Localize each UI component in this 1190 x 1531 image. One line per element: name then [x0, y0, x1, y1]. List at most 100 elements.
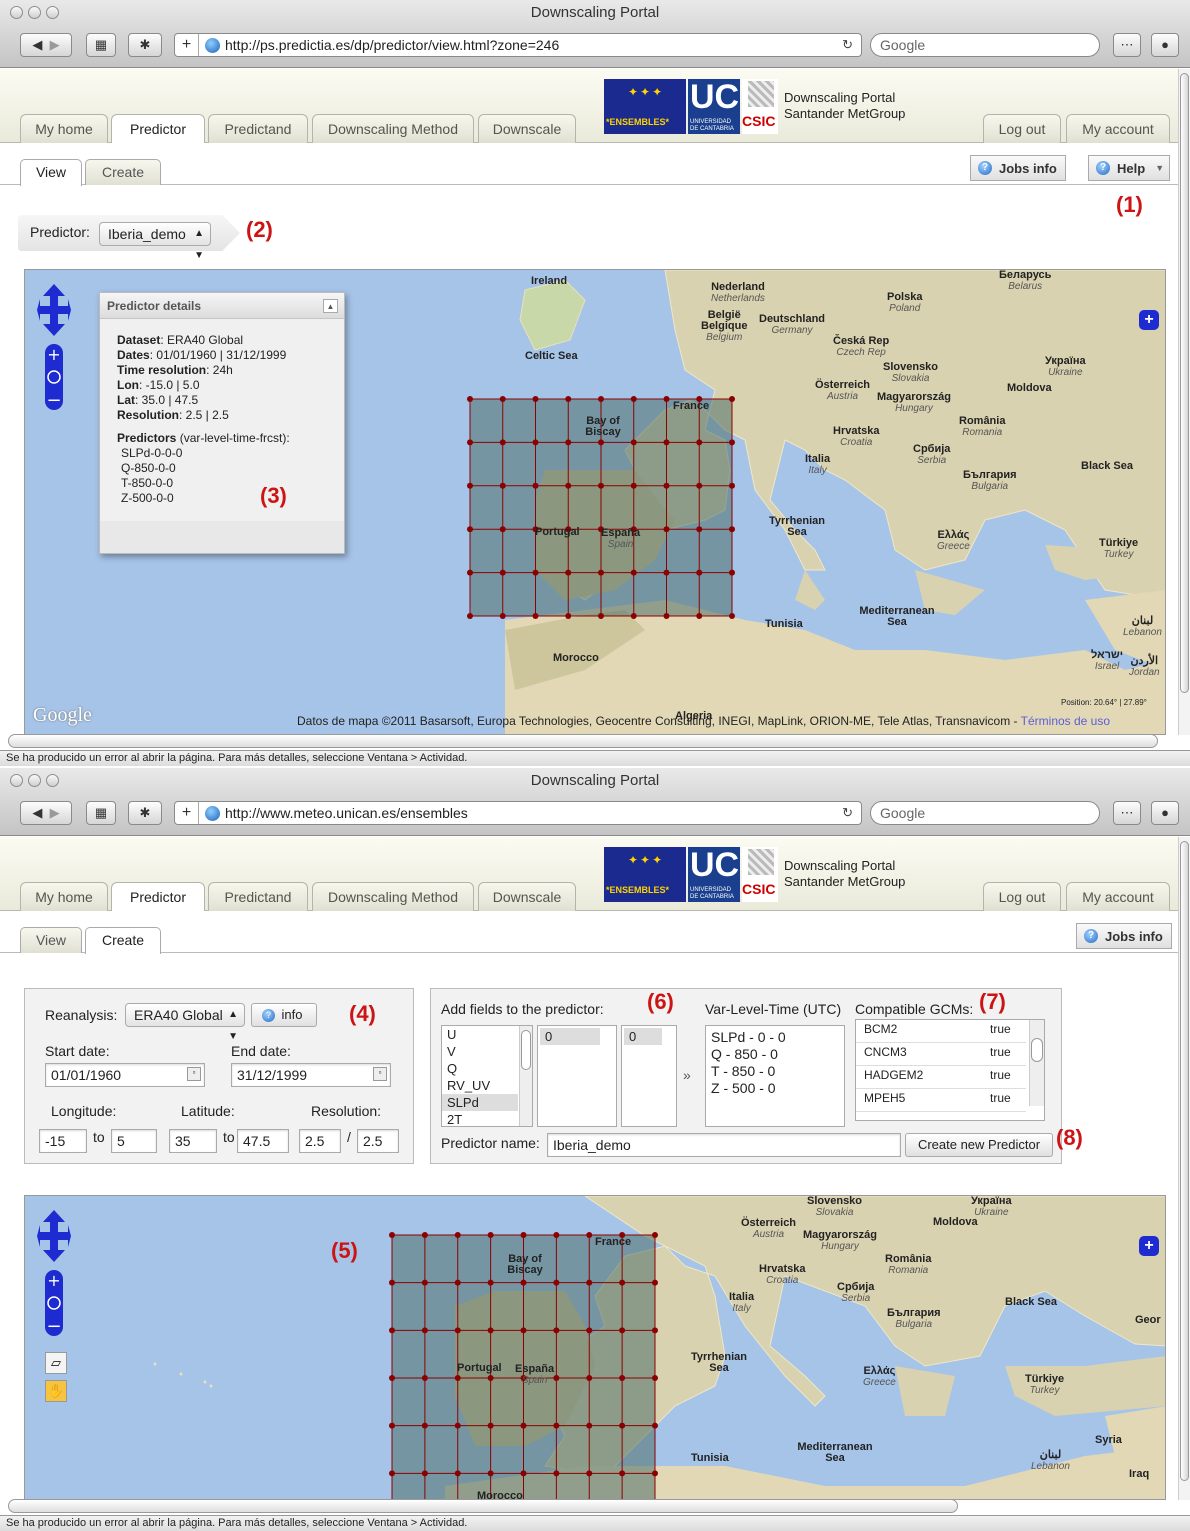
- vlt-item[interactable]: SLPd - 0 - 0: [706, 1029, 844, 1046]
- map-label: Portugal: [457, 1362, 502, 1374]
- search-field[interactable]: Google: [870, 801, 1100, 825]
- layer-switcher-plus-icon[interactable]: +: [1139, 1236, 1159, 1256]
- tab-predictand[interactable]: Predictand: [208, 114, 308, 143]
- tab-my-account[interactable]: My account: [1066, 882, 1170, 911]
- menu-icon[interactable]: ⋯: [1113, 33, 1141, 57]
- level-list[interactable]: 0: [537, 1025, 617, 1127]
- address-bar[interactable]: + http://www.meteo.unican.es/ensembles ↻: [174, 801, 862, 825]
- predictor-map[interactable]: Ireland Nederland Netherlands België Belgi…: [24, 269, 1166, 735]
- calendar-icon[interactable]: ▫: [373, 1067, 387, 1081]
- tab-predictand[interactable]: Predictand: [208, 882, 308, 911]
- tab-downscale[interactable]: Downscale: [478, 114, 576, 143]
- draw-box-icon[interactable]: ▱: [45, 1352, 67, 1374]
- map-pan-zoom-control[interactable]: + −: [37, 284, 71, 414]
- url-text[interactable]: http://ps.predictia.es/dp/predictor/view…: [225, 37, 559, 53]
- pan-hand-icon[interactable]: ✋: [45, 1380, 67, 1402]
- collapse-icon[interactable]: ▲: [323, 299, 338, 313]
- create-predictor-button[interactable]: Create new Predictor: [905, 1133, 1053, 1157]
- gcm-row[interactable]: HADGEM2 true: [856, 1066, 1026, 1089]
- tab-my-account[interactable]: My account: [1066, 114, 1170, 143]
- forward-icon[interactable]: ▶: [50, 805, 60, 820]
- add-bookmark-icon[interactable]: +: [175, 34, 199, 56]
- tab-log-out[interactable]: Log out: [983, 882, 1061, 911]
- terms-link[interactable]: Términos de uso: [1021, 714, 1110, 728]
- bug-icon[interactable]: ✱: [128, 33, 162, 57]
- variable-option[interactable]: Q: [442, 1060, 518, 1077]
- variable-option[interactable]: RV_UV: [442, 1077, 518, 1094]
- tab-view[interactable]: View: [20, 927, 82, 953]
- tab-predictor[interactable]: Predictor: [111, 114, 205, 144]
- vertical-scrollbar[interactable]: [1178, 837, 1190, 1500]
- add-bookmark-icon[interactable]: +: [175, 802, 199, 824]
- tab-create[interactable]: Create: [85, 927, 161, 954]
- start-date-input[interactable]: 01/01/1960: [45, 1063, 205, 1087]
- layer-switcher-plus-icon[interactable]: +: [1139, 310, 1159, 330]
- tab-my-home[interactable]: My home: [20, 114, 108, 143]
- lat-to-input[interactable]: 47.5: [237, 1129, 289, 1153]
- menu-icon[interactable]: ⋯: [1113, 801, 1141, 825]
- downloads-icon[interactable]: ●: [1151, 801, 1179, 825]
- variable-option[interactable]: SLPd: [442, 1094, 518, 1111]
- top-sites-icon[interactable]: ▦: [86, 33, 116, 57]
- end-date-input[interactable]: 31/12/1999: [231, 1063, 391, 1087]
- map-label: Deutschland Germany: [759, 313, 826, 337]
- predictor-select[interactable]: Iberia_demo ▲ ▼: [99, 222, 211, 261]
- tab-downscaling-method[interactable]: Downscaling Method: [312, 882, 474, 911]
- lon-from-input[interactable]: -15: [39, 1129, 87, 1153]
- forward-icon[interactable]: ▶: [50, 37, 60, 52]
- map-pan-zoom-control[interactable]: + −: [37, 1210, 71, 1340]
- variable-option[interactable]: 2T: [442, 1111, 518, 1126]
- vlt-item[interactable]: Z - 500 - 0: [706, 1080, 844, 1097]
- tab-log-out[interactable]: Log out: [983, 114, 1061, 143]
- variable-option[interactable]: V: [442, 1043, 518, 1060]
- calendar-icon[interactable]: ▫: [187, 1067, 201, 1081]
- res-a-input[interactable]: 2.5: [299, 1129, 341, 1153]
- add-arrow-button[interactable]: »: [683, 1067, 691, 1083]
- gcm-row[interactable]: MPEH5 true: [856, 1089, 1026, 1112]
- gcm-row[interactable]: CNCM3 true: [856, 1043, 1026, 1066]
- vlt-item[interactable]: Q - 850 - 0: [706, 1046, 844, 1063]
- url-text[interactable]: http://www.meteo.unican.es/ensembles: [225, 805, 468, 821]
- vlt-item[interactable]: T - 850 - 0: [706, 1063, 844, 1080]
- info-button[interactable]: ? info: [251, 1003, 317, 1027]
- help-button[interactable]: ? Help ▼: [1088, 155, 1171, 181]
- time-list[interactable]: 0: [621, 1025, 677, 1127]
- tab-view[interactable]: View: [20, 159, 82, 186]
- horizontal-scrollbar[interactable]: [8, 734, 1158, 748]
- search-field[interactable]: Google: [870, 33, 1100, 57]
- time-option[interactable]: 0: [624, 1028, 662, 1045]
- top-sites-icon[interactable]: ▦: [86, 801, 116, 825]
- reanalysis-select[interactable]: ERA40 Global ▲ ▼: [125, 1003, 245, 1042]
- lat-from-input[interactable]: 35: [169, 1129, 217, 1153]
- variable-list-scrollbar[interactable]: [519, 1026, 532, 1126]
- res-b-input[interactable]: 2.5: [357, 1129, 399, 1153]
- variable-option[interactable]: U: [442, 1026, 518, 1043]
- gcm-list-scrollbar[interactable]: [1029, 1020, 1044, 1106]
- jobs-info-button[interactable]: ? Jobs info: [970, 155, 1066, 181]
- tab-predictor[interactable]: Predictor: [111, 882, 205, 912]
- tab-downscaling-method[interactable]: Downscaling Method: [312, 114, 474, 143]
- back-forward-button[interactable]: ◀ ▶: [20, 33, 72, 57]
- bug-icon[interactable]: ✱: [128, 801, 162, 825]
- gcm-row[interactable]: BCM2 true: [856, 1020, 1026, 1043]
- address-bar[interactable]: + http://ps.predictia.es/dp/predictor/vi…: [174, 33, 862, 57]
- tab-create[interactable]: Create: [85, 159, 161, 185]
- back-icon[interactable]: ◀: [32, 37, 42, 52]
- reload-icon[interactable]: ↻: [842, 37, 853, 53]
- tab-downscale[interactable]: Downscale: [478, 882, 576, 911]
- gcm-list[interactable]: BCM2 true CNCM3 true HADGEM2 true MPEH5 true: [855, 1019, 1045, 1121]
- lon-to-input[interactable]: 5: [111, 1129, 157, 1153]
- back-icon[interactable]: ◀: [32, 805, 42, 820]
- vertical-scrollbar[interactable]: [1178, 69, 1190, 735]
- level-option[interactable]: 0: [540, 1028, 600, 1045]
- vlt-list[interactable]: SLPd - 0 - 0Q - 850 - 0T - 850 - 0Z - 50…: [705, 1025, 845, 1127]
- back-forward-button[interactable]: ◀ ▶: [20, 801, 72, 825]
- reload-icon[interactable]: ↻: [842, 805, 853, 821]
- details-predictors: Predictors (var-level-time-frcst): SLPd-…: [100, 423, 344, 506]
- tab-my-home[interactable]: My home: [20, 882, 108, 911]
- jobs-info-button[interactable]: ? Jobs info: [1076, 923, 1172, 949]
- create-map[interactable]: Slovensko Slovakia Україна Ukraine Österre…: [24, 1195, 1166, 1500]
- horizontal-scrollbar[interactable]: [8, 1499, 958, 1513]
- downloads-icon[interactable]: ●: [1151, 33, 1179, 57]
- predictor-name-input[interactable]: Iberia_demo: [547, 1133, 901, 1157]
